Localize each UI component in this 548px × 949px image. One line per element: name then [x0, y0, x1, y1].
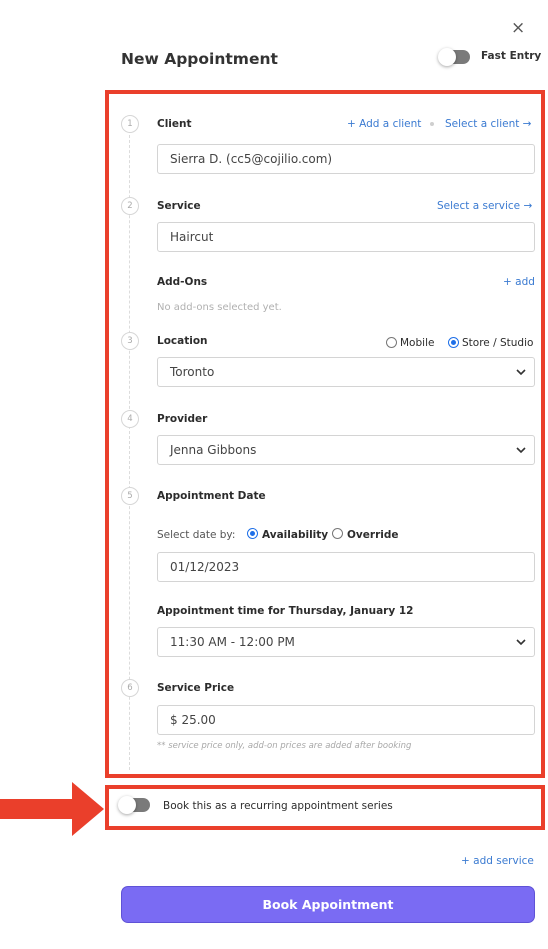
recurring-label: Book this as a recurring appointment ser… — [163, 800, 393, 812]
date-availability-label: Availability — [262, 529, 329, 541]
step-number-5: 5 — [121, 487, 139, 505]
select-client-link[interactable]: Select a client → — [445, 118, 531, 130]
client-value: Sierra D. (cc5@cojilio.com) — [170, 152, 333, 166]
service-field[interactable]: Haircut — [157, 222, 535, 252]
location-label: Location — [157, 335, 208, 347]
location-mobile-radio[interactable] — [386, 337, 397, 348]
service-price-value: $ 25.00 — [170, 713, 216, 727]
select-service-link[interactable]: Select a service → — [437, 200, 532, 212]
provider-label: Provider — [157, 413, 208, 425]
book-appointment-button[interactable]: Book Appointment — [121, 886, 535, 923]
addons-label: Add-Ons — [157, 276, 208, 288]
page-title: New Appointment — [121, 50, 278, 68]
step-number-4: 4 — [121, 410, 139, 428]
add-addon-link[interactable]: + add — [503, 276, 535, 288]
addons-empty-text: No add-ons selected yet. — [157, 302, 282, 313]
chevron-down-icon — [516, 369, 526, 376]
date-override-radio[interactable] — [332, 528, 343, 539]
fast-entry-toggle[interactable] — [438, 48, 470, 66]
service-value: Haircut — [170, 230, 214, 244]
appointment-time-value: 11:30 AM - 12:00 PM — [170, 635, 295, 649]
red-arrow-icon — [0, 782, 104, 836]
step-timeline — [129, 130, 130, 770]
date-override-label: Override — [347, 529, 399, 541]
appointment-time-select[interactable]: 11:30 AM - 12:00 PM — [157, 627, 535, 657]
location-value: Toronto — [170, 365, 215, 379]
client-field[interactable]: Sierra D. (cc5@cojilio.com) — [157, 144, 535, 174]
step-number-6: 6 — [121, 679, 139, 697]
service-label: Service — [157, 200, 201, 212]
highlight-box-form — [105, 90, 545, 778]
location-store-label: Store / Studio — [462, 337, 534, 349]
toggle-knob — [438, 48, 456, 66]
location-store-radio[interactable] — [448, 337, 459, 348]
client-label: Client — [157, 118, 192, 130]
appointment-date-label: Appointment Date — [157, 490, 266, 502]
close-icon[interactable]: × — [511, 18, 525, 38]
chevron-down-icon — [516, 639, 526, 646]
appointment-date-value: 01/12/2023 — [170, 560, 240, 574]
separator-dot — [430, 122, 434, 126]
service-price-label: Service Price — [157, 682, 235, 694]
location-mobile-label: Mobile — [400, 337, 435, 349]
add-client-link[interactable]: + Add a client — [347, 118, 421, 130]
appointment-time-label: Appointment time for Thursday, January 1… — [157, 605, 414, 617]
date-availability-radio[interactable] — [247, 528, 258, 539]
fast-entry-label: Fast Entry — [481, 50, 542, 62]
provider-select[interactable]: Jenna Gibbons — [157, 435, 535, 465]
location-select[interactable]: Toronto — [157, 357, 535, 387]
chevron-down-icon — [516, 447, 526, 454]
step-number-3: 3 — [121, 332, 139, 350]
recurring-toggle[interactable] — [118, 796, 150, 814]
add-service-link[interactable]: + add service — [461, 855, 534, 867]
provider-value: Jenna Gibbons — [170, 443, 257, 457]
toggle-knob — [118, 796, 136, 814]
step-number-1: 1 — [121, 115, 139, 133]
service-price-field[interactable]: $ 25.00 — [157, 705, 535, 735]
appointment-date-field[interactable]: 01/12/2023 — [157, 552, 535, 582]
step-number-2: 2 — [121, 197, 139, 215]
select-date-by-label: Select date by: — [157, 529, 236, 541]
service-price-note: ** service price only, add-on prices are… — [157, 741, 412, 751]
